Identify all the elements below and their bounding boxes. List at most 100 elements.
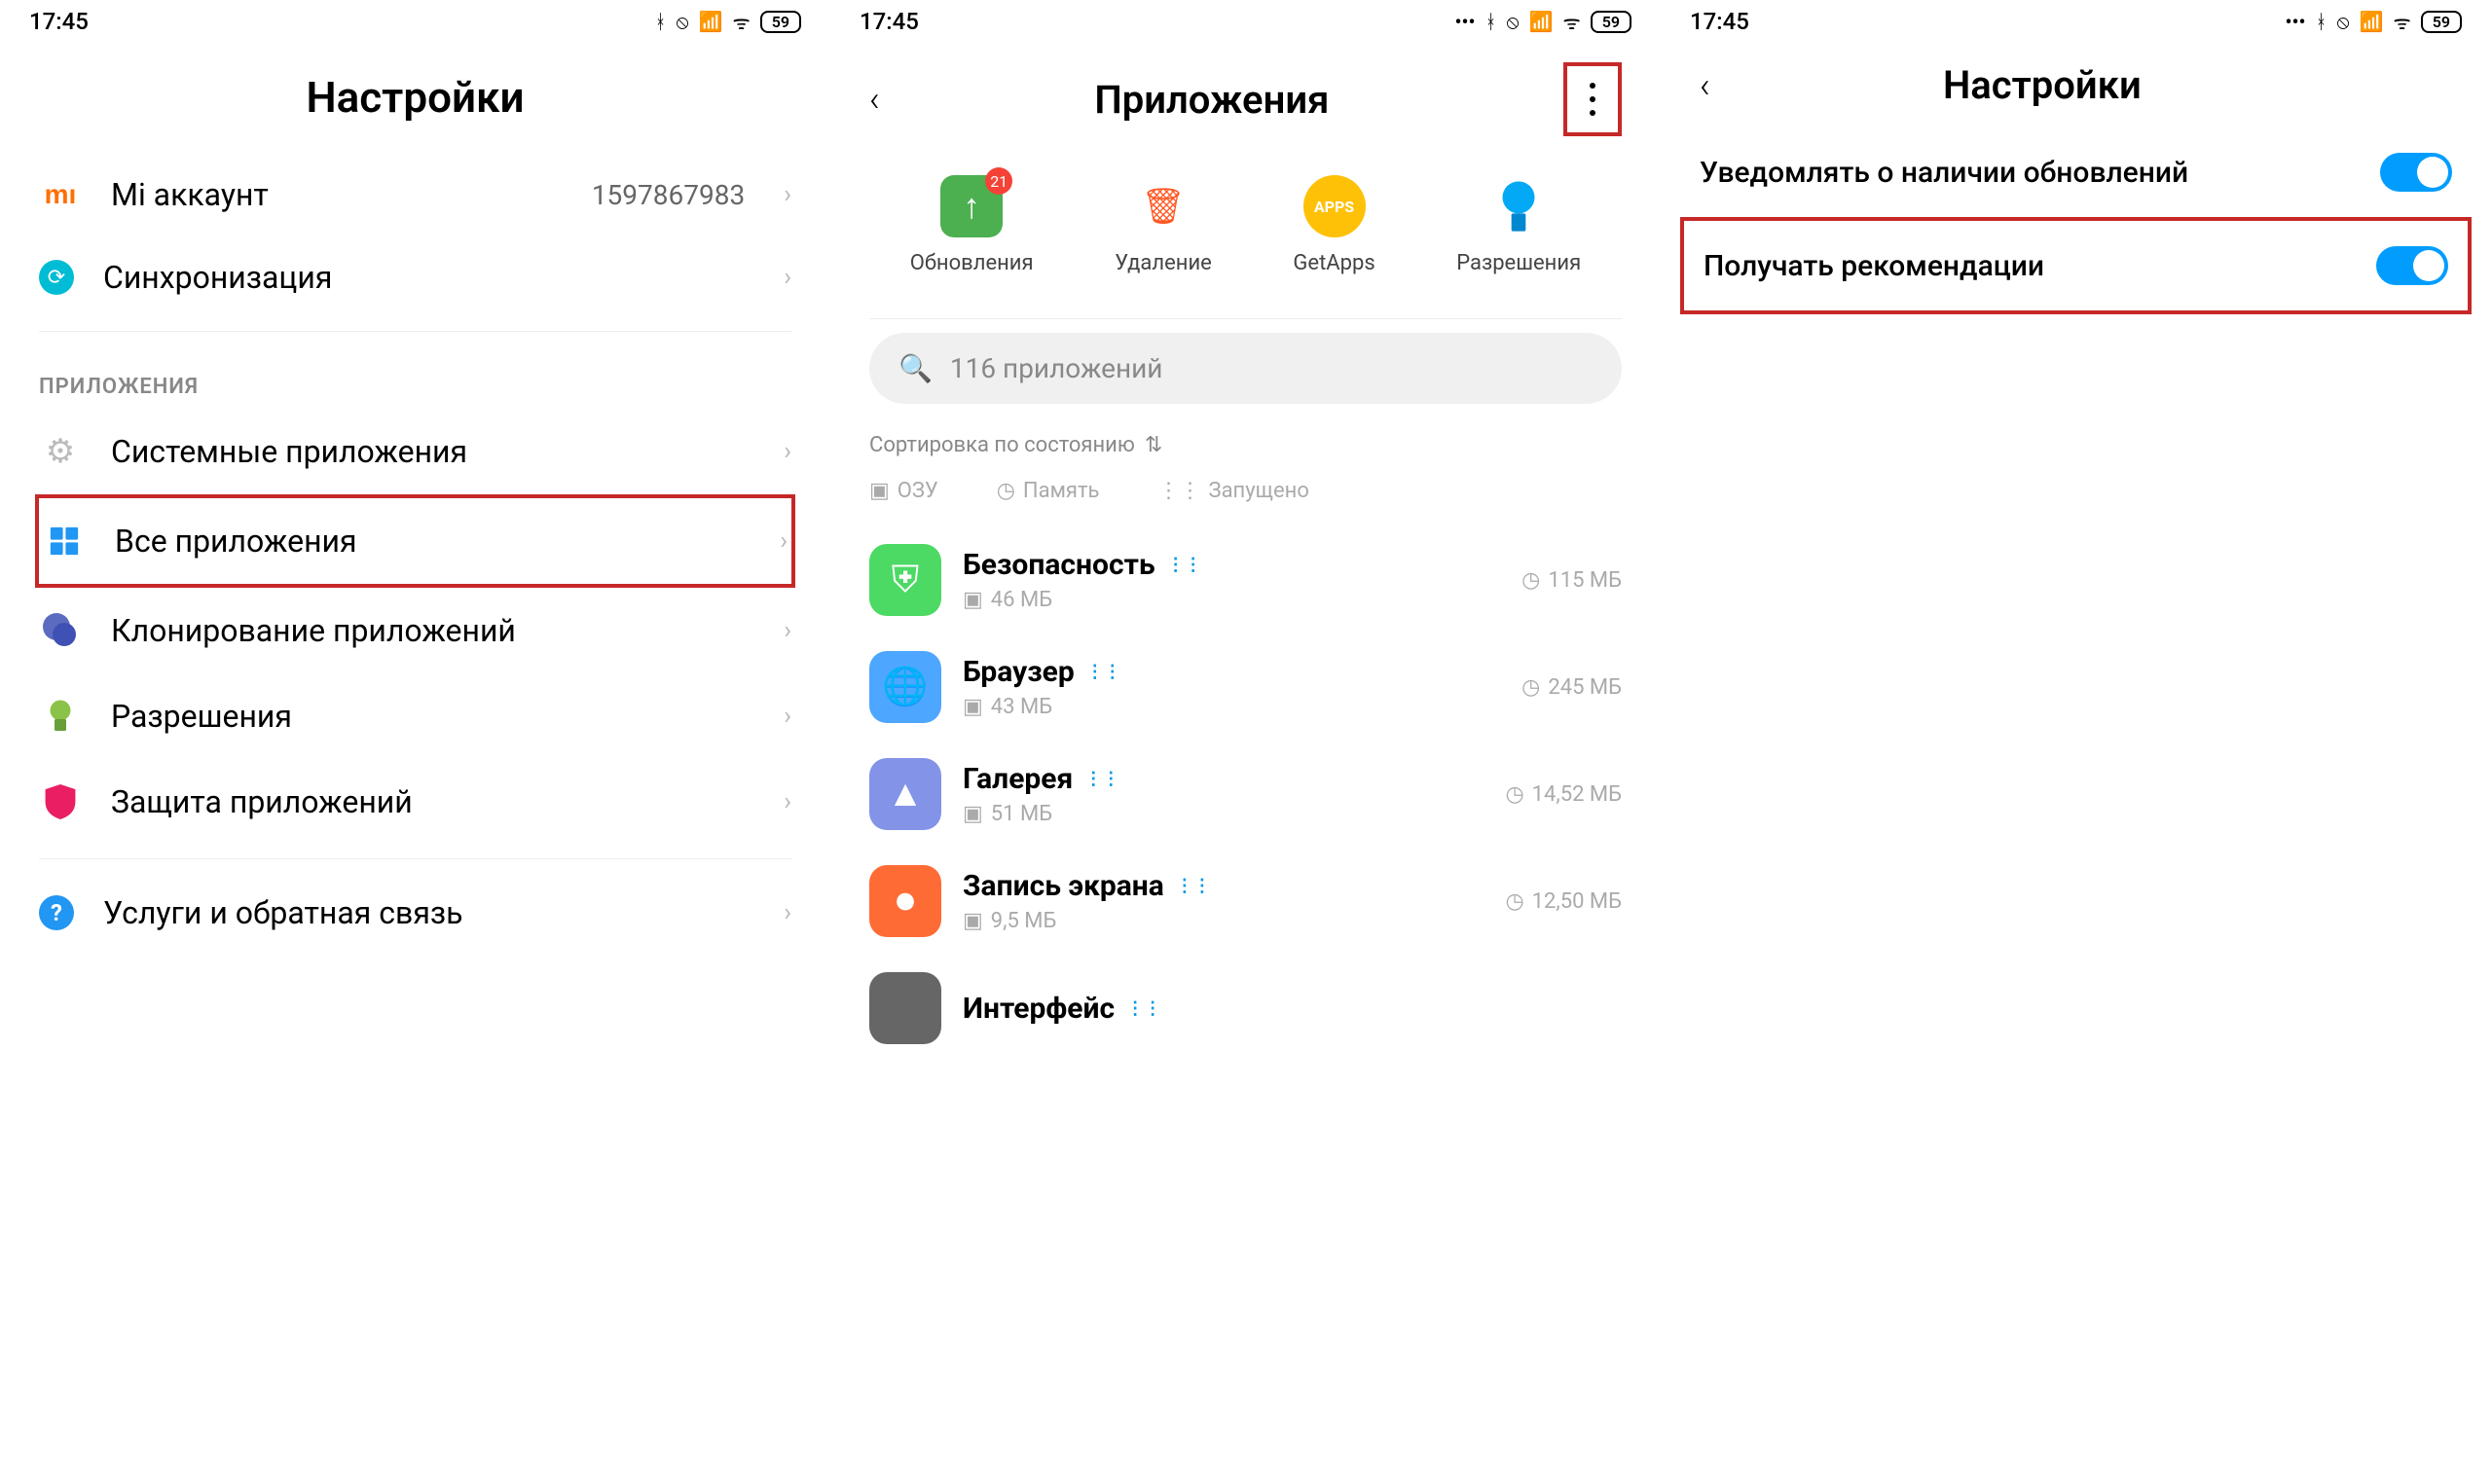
- qa-getapps-label: GetApps: [1293, 251, 1374, 275]
- signal-icon: 📶: [2360, 10, 2384, 33]
- chevron-right-icon: ›: [784, 616, 791, 645]
- help-icon: ?: [39, 895, 74, 930]
- sort-dropdown[interactable]: Сортировка по состоянию ⇅: [830, 423, 1661, 467]
- app-name: Интерфейс ⋮⋮: [963, 992, 1622, 1026]
- app-ram: ▣ 51 МБ: [963, 802, 1484, 826]
- dnd-icon: ⦸: [677, 10, 689, 33]
- permissions-icon: [1487, 175, 1550, 237]
- app-memory: ◷ 115 МБ: [1521, 568, 1622, 593]
- page-title: Настройки: [0, 43, 830, 152]
- chip-icon: ▣: [869, 479, 890, 503]
- app-protection-label: Защита приложений: [111, 783, 745, 820]
- bluetooth-icon: ᚼ: [2316, 10, 2327, 33]
- row-mi-account[interactable]: mı Mi аккаунт 1597867983 ›: [0, 152, 830, 237]
- clock-icon: ◷: [1521, 675, 1540, 700]
- app-name: Безопасность ⋮⋮: [963, 548, 1500, 582]
- row-cloning[interactable]: Клонирование приложений ›: [0, 588, 830, 673]
- filter-running-label: Запущено: [1209, 479, 1309, 503]
- chip-icon: ▣: [963, 909, 983, 933]
- spinner-icon: ⋮⋮: [1176, 876, 1211, 896]
- chevron-right-icon: ›: [784, 180, 791, 209]
- search-icon: 🔍: [898, 352, 933, 384]
- row-sync[interactable]: ⟳ Синхронизация ›: [0, 237, 830, 317]
- header-row: ‹ Приложения: [830, 43, 1661, 156]
- shield-icon: [39, 780, 82, 823]
- sync-label: Синхронизация: [103, 259, 745, 296]
- sort-label: Сортировка по состоянию: [869, 433, 1135, 457]
- filter-running[interactable]: ⋮⋮ Запущено: [1158, 479, 1309, 503]
- recommendations-toggle[interactable]: [2376, 246, 2448, 285]
- chevron-right-icon: ›: [780, 526, 788, 556]
- upload-icon: ↑ 21: [940, 175, 1003, 237]
- signal-icon: 📶: [699, 10, 723, 33]
- qa-permissions-label: Разрешения: [1456, 251, 1581, 275]
- status-time: 17:45: [29, 8, 89, 35]
- more-button[interactable]: [1589, 82, 1596, 117]
- dnd-icon: ⦸: [2337, 10, 2350, 33]
- status-time: 17:45: [1690, 8, 1749, 35]
- filter-ram-label: ОЗУ: [898, 479, 938, 503]
- status-icons: ••• ᚼ ⦸ 📶 ᯤ 59: [1455, 9, 1631, 35]
- status-bar: 17:45 ••• ᚼ ⦸ 📶 ᯤ 59: [1661, 0, 2491, 43]
- row-notify-updates[interactable]: Уведомлять о наличии обновлений: [1661, 127, 2491, 217]
- qa-permissions[interactable]: Разрешения: [1456, 175, 1581, 275]
- quick-actions: ↑ 21 Обновления 🗑 Удаление APPS GetApps …: [830, 156, 1661, 305]
- app-memory: ◷ 12,50 МБ: [1505, 889, 1622, 914]
- search-input[interactable]: 🔍 116 приложений: [869, 333, 1622, 404]
- spinner-icon: ⋮⋮: [1086, 662, 1121, 682]
- app-row[interactable]: Интерфейс ⋮⋮: [830, 955, 1661, 1062]
- chevron-right-icon: ›: [784, 898, 791, 927]
- app-icon: ▲: [869, 758, 941, 830]
- clock-icon: ◷: [1521, 568, 1540, 593]
- spinner-icon: ⋮⋮: [1167, 555, 1202, 575]
- row-all-apps[interactable]: Все приложения ›: [39, 498, 791, 584]
- highlight-all-apps: Все приложения ›: [35, 494, 795, 588]
- mi-logo-icon: mı: [39, 173, 82, 216]
- qa-delete[interactable]: 🗑 Удаление: [1115, 175, 1212, 275]
- qa-getapps[interactable]: APPS GetApps: [1293, 175, 1374, 275]
- battery-icon: 59: [2421, 11, 2462, 33]
- sort-icon: ⇅: [1145, 433, 1162, 457]
- apps-icon: APPS: [1303, 175, 1366, 237]
- row-system-apps[interactable]: ⚙ Системные приложения ›: [0, 409, 830, 494]
- wifi-icon: ᯤ: [732, 9, 750, 35]
- app-ram: ▣ 9,5 МБ: [963, 909, 1484, 933]
- app-info: Галерея ⋮⋮ ▣ 51 МБ: [963, 762, 1484, 826]
- app-info: Браузер ⋮⋮ ▣ 43 МБ: [963, 655, 1500, 719]
- app-row[interactable]: ▲ Галерея ⋮⋮ ▣ 51 МБ ◷ 14,52 МБ: [830, 741, 1661, 848]
- divider: [39, 858, 791, 859]
- app-name: Галерея ⋮⋮: [963, 762, 1484, 796]
- clock-icon: ◷: [1505, 889, 1523, 914]
- spinner-icon: ⋮⋮: [1158, 479, 1201, 503]
- wifi-icon: ᯤ: [2393, 9, 2410, 35]
- notify-updates-label: Уведомлять о наличии обновлений: [1700, 156, 2361, 190]
- app-icon: 🌐: [869, 651, 941, 723]
- row-feedback[interactable]: ? Услуги и обратная связь ›: [0, 873, 830, 953]
- app-row[interactable]: 🌐 Браузер ⋮⋮ ▣ 43 МБ ◷ 245 МБ: [830, 633, 1661, 741]
- trash-icon: 🗑: [1132, 175, 1194, 237]
- grid-icon: [43, 520, 86, 562]
- clone-icon: [39, 609, 82, 652]
- app-row[interactable]: ⏺ Запись экрана ⋮⋮ ▣ 9,5 МБ ◷ 12,50 МБ: [830, 848, 1661, 955]
- status-time: 17:45: [860, 8, 919, 35]
- app-row[interactable]: ⛨ Безопасность ⋮⋮ ▣ 46 МБ ◷ 115 МБ: [830, 526, 1661, 633]
- app-info: Запись экрана ⋮⋮ ▣ 9,5 МБ: [963, 869, 1484, 933]
- chip-icon: ▣: [963, 588, 983, 612]
- row-app-protection[interactable]: Защита приложений ›: [0, 759, 830, 845]
- page-title: Приложения: [861, 77, 1563, 123]
- status-icons: ᚼ ⦸ 📶 ᯤ 59: [655, 9, 802, 35]
- dnd-icon: ⦸: [1507, 10, 1520, 33]
- row-permissions[interactable]: Разрешения ›: [0, 673, 830, 759]
- qa-updates[interactable]: ↑ 21 Обновления: [910, 175, 1034, 275]
- filter-ram[interactable]: ▣ ОЗУ: [869, 479, 938, 503]
- mi-account-value: 1597867983: [592, 179, 745, 211]
- row-recommendations[interactable]: Получать рекомендации: [1684, 221, 2468, 310]
- recommendations-label: Получать рекомендации: [1704, 249, 2357, 283]
- filter-memory[interactable]: ◷Память: [997, 479, 1100, 503]
- app-info: Интерфейс ⋮⋮: [963, 992, 1622, 1026]
- section-apps-header: ПРИЛОЖЕНИЯ: [0, 345, 830, 409]
- notify-updates-toggle[interactable]: [2380, 153, 2452, 192]
- app-info: Безопасность ⋮⋮ ▣ 46 МБ: [963, 548, 1500, 612]
- chevron-right-icon: ›: [784, 787, 791, 816]
- system-apps-label: Системные приложения: [111, 433, 745, 470]
